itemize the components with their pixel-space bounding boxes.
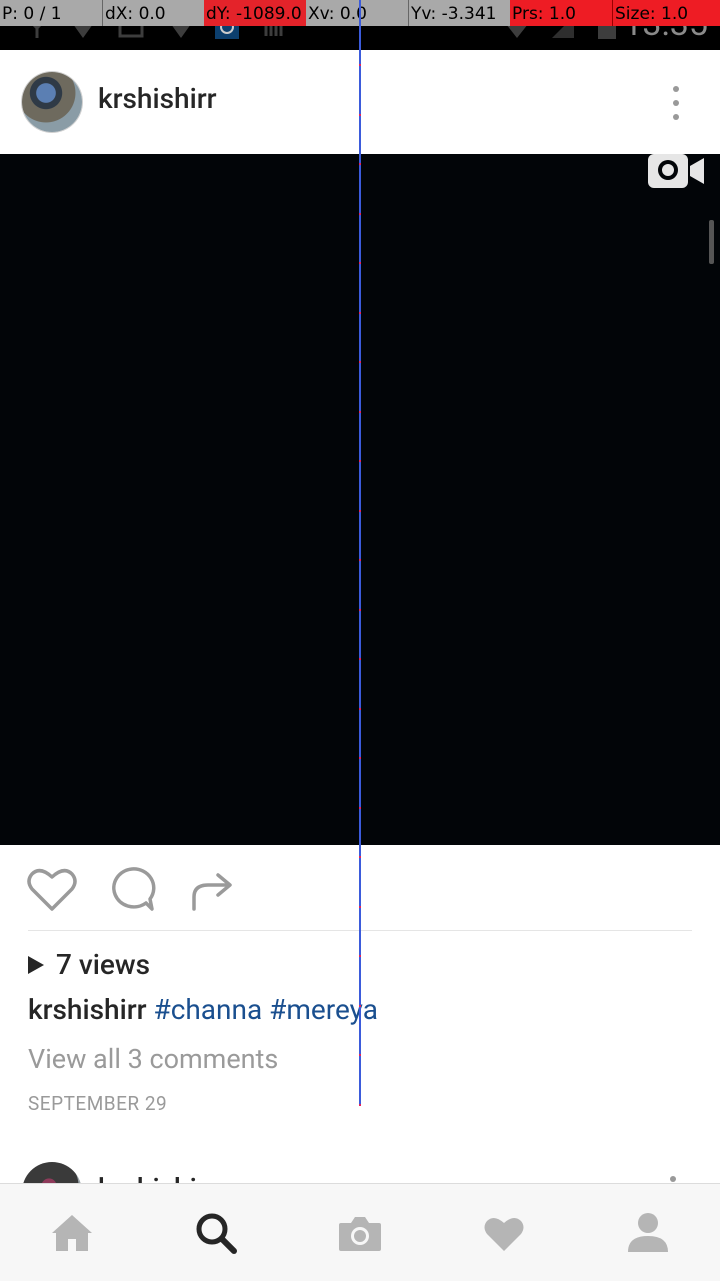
- touch-trace-dot: [359, 1104, 361, 1106]
- camera-icon: [339, 1216, 381, 1251]
- touch-trace-dot: [359, 213, 361, 215]
- nav-search[interactable]: [180, 1197, 252, 1269]
- debug-xv: Xv: 0.0: [306, 0, 408, 26]
- touch-trace-dot: [359, 510, 361, 512]
- debug-pressure: Prs: 1.0: [510, 0, 612, 26]
- debug-pointer: P: 0 / 1: [0, 0, 102, 26]
- more-options-icon[interactable]: [670, 1176, 676, 1182]
- hashtag-link[interactable]: #channa: [153, 993, 262, 1026]
- touch-trace-dot: [359, 856, 361, 858]
- touch-trace-dot: [359, 708, 361, 710]
- touch-trace-dot: [359, 163, 361, 165]
- touch-trace-dot: [359, 64, 361, 66]
- home-icon: [52, 1214, 92, 1251]
- touch-trace-dot: [359, 955, 361, 957]
- touch-trace-dot: [359, 1005, 361, 1007]
- debug-size: Size: 1.0: [612, 0, 720, 26]
- nav-camera[interactable]: [324, 1197, 396, 1269]
- caption: krshishirr #channa #mereya: [28, 993, 378, 1026]
- touch-trace-dot: [359, 906, 361, 908]
- nav-home[interactable]: [36, 1197, 108, 1269]
- like-icon[interactable]: [26, 865, 78, 913]
- more-options-icon[interactable]: [672, 86, 680, 120]
- search-icon: [196, 1213, 237, 1254]
- touch-trace-dot: [359, 114, 361, 116]
- comment-icon[interactable]: [106, 865, 158, 913]
- touch-trace-dot: [359, 658, 361, 660]
- touch-trace-dot: [359, 460, 361, 462]
- touch-trace-dot: [359, 609, 361, 611]
- video-camera-icon: [648, 154, 704, 188]
- views-label: 7 views: [56, 948, 151, 981]
- nav-profile[interactable]: [612, 1197, 684, 1269]
- touch-trace-line: [359, 0, 361, 1106]
- post-date: SEPTEMBER 29: [28, 1092, 168, 1115]
- post-username[interactable]: krshishirr: [98, 82, 217, 115]
- touch-trace-dot: [359, 807, 361, 809]
- debug-dy: dY: -1089.0: [204, 0, 306, 26]
- avatar[interactable]: [22, 72, 82, 132]
- touch-trace-dot: [359, 757, 361, 759]
- caption-username[interactable]: krshishirr: [28, 993, 147, 1026]
- touch-trace-dot: [359, 361, 361, 363]
- debug-yv: Yv: -3.341: [408, 0, 510, 26]
- debug-dx: dX: 0.0: [102, 0, 204, 26]
- scrollbar[interactable]: [709, 220, 714, 264]
- touch-trace-dot: [359, 559, 361, 561]
- touch-trace-dot: [359, 1054, 361, 1056]
- touch-trace-dot: [359, 411, 361, 413]
- nav-activity[interactable]: [468, 1197, 540, 1269]
- view-comments-link[interactable]: View all 3 comments: [28, 1043, 278, 1075]
- touch-trace-dot: [359, 312, 361, 314]
- share-icon[interactable]: [186, 865, 238, 913]
- bottom-navigation: [0, 1183, 720, 1281]
- play-icon: [28, 955, 44, 974]
- heart-icon: [484, 1217, 524, 1251]
- touch-trace-dot: [359, 262, 361, 264]
- hashtag-link[interactable]: #mereya: [269, 993, 378, 1026]
- views-count[interactable]: 7 views: [28, 948, 150, 981]
- profile-icon: [628, 1212, 668, 1252]
